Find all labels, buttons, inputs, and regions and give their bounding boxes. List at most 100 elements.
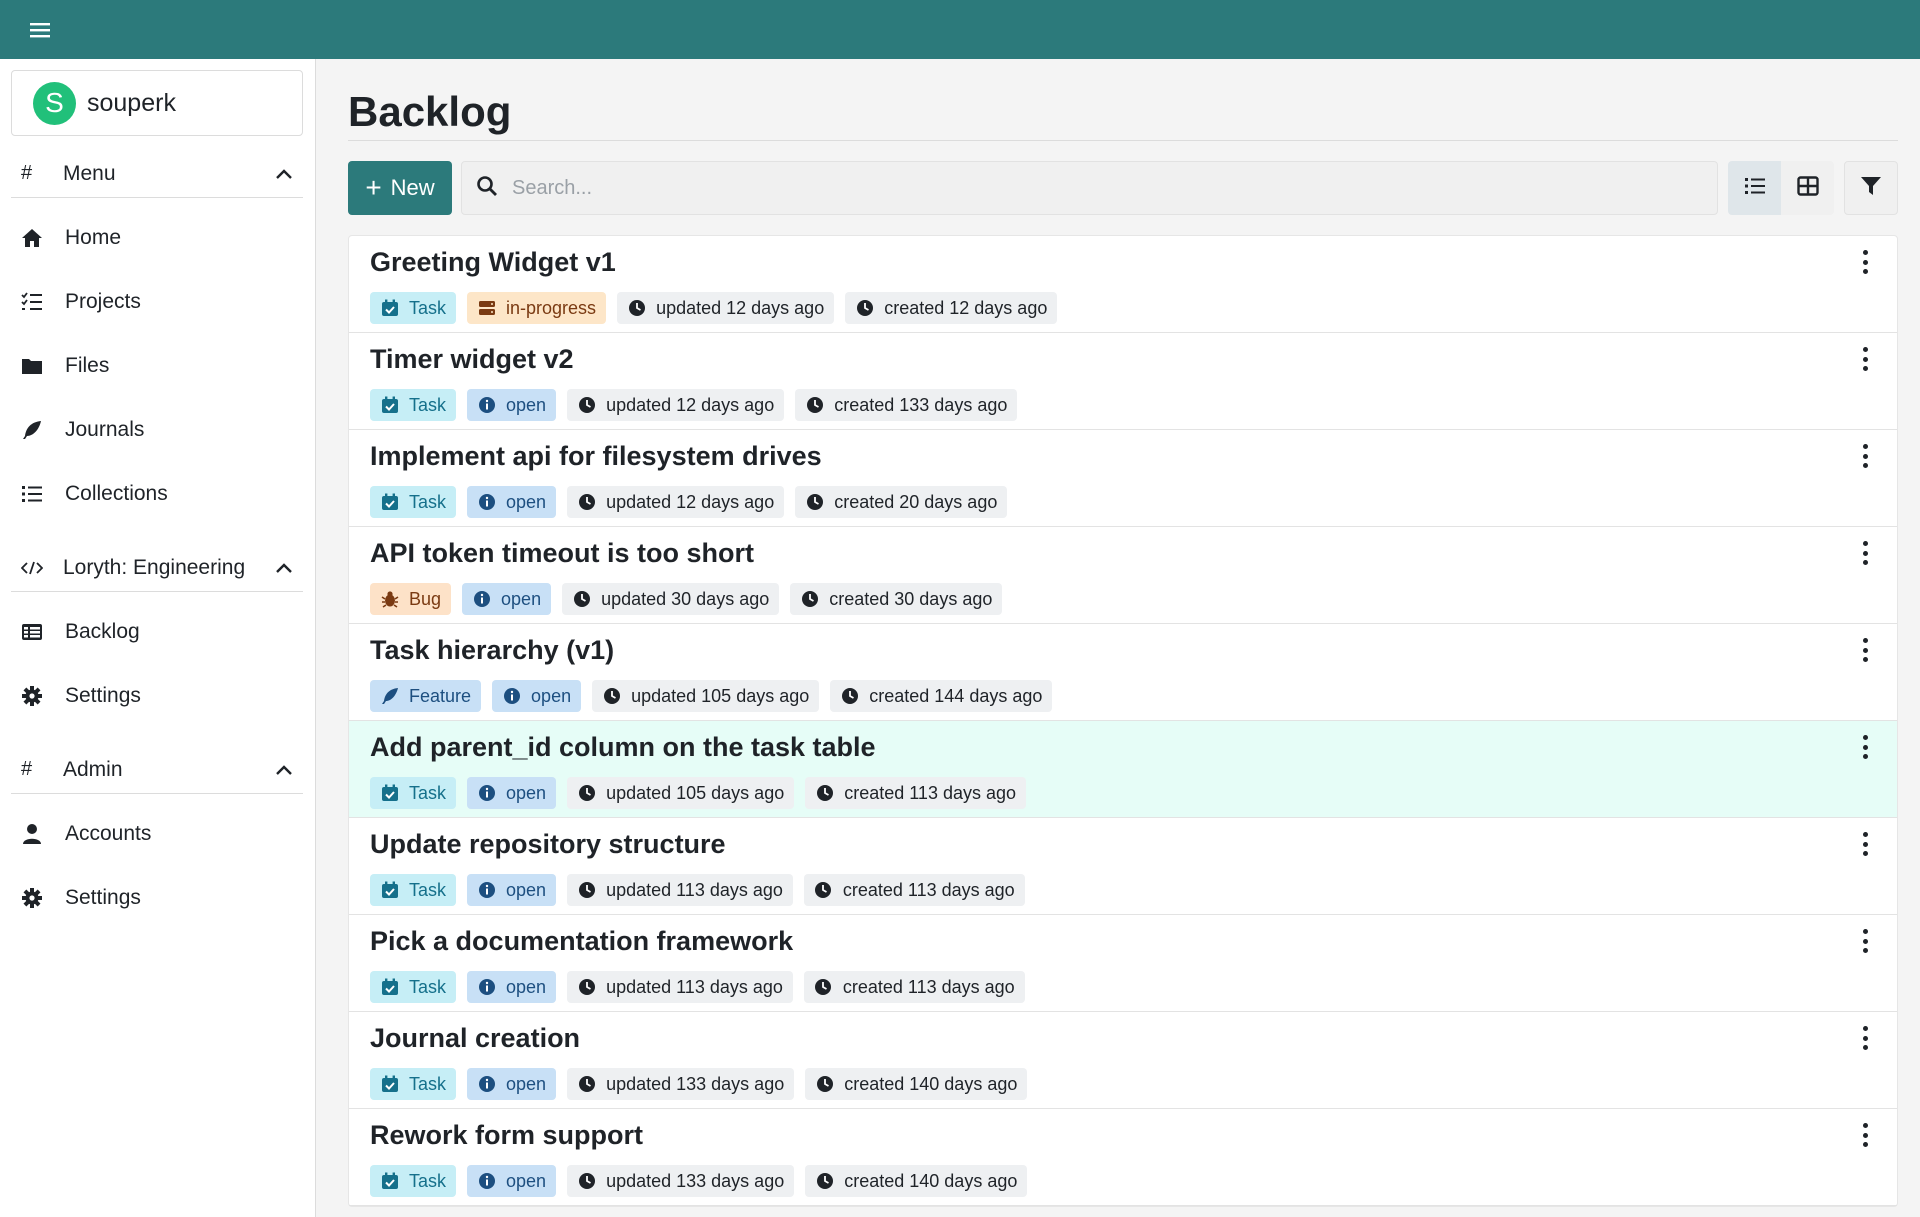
more-options-icon[interactable]: [1859, 929, 1871, 953]
status-label: open: [506, 1170, 547, 1191]
item-title[interactable]: Task hierarchy (v1): [370, 632, 1875, 668]
type-badge: Task: [370, 389, 457, 421]
home-icon: [21, 227, 43, 249]
type-label: Bug: [409, 588, 442, 609]
sidebar-section-project[interactable]: Loryth: Engineering: [11, 544, 303, 592]
sidebar-item-label: Collections: [65, 482, 168, 505]
list-item[interactable]: Timer widget v2 Task open updated 12 days a…: [349, 333, 1897, 430]
status-badge: open: [467, 1068, 557, 1100]
list-item[interactable]: Add parent_id column on the task table Ta…: [349, 721, 1897, 818]
more-options-icon[interactable]: [1859, 1123, 1871, 1147]
list-view-button[interactable]: [1728, 161, 1781, 215]
type-label: Task: [409, 1073, 447, 1094]
item-tags: Task open updated 105 days ago created 113 …: [370, 777, 1875, 809]
clock-icon: [577, 1075, 596, 1094]
avatar: S: [33, 81, 76, 125]
sidebar-item-accounts[interactable]: Accounts: [11, 802, 303, 866]
created-label: created 12 days ago: [884, 297, 1048, 318]
sidebar-item-label: Journals: [65, 418, 145, 441]
created-badge: created 113 days ago: [805, 777, 1027, 809]
more-options-icon[interactable]: [1859, 832, 1871, 856]
created-badge: created 30 days ago: [790, 583, 1003, 615]
updated-badge: updated 105 days ago: [592, 680, 820, 712]
clock-icon: [627, 299, 646, 318]
item-tags: Task open updated 12 days ago created 20 da…: [370, 486, 1875, 518]
info-icon: [477, 396, 496, 415]
type-label: Task: [409, 976, 447, 997]
sidebar-item-label: Backlog: [65, 620, 140, 643]
status-badge: open: [467, 486, 557, 518]
status-label: in-progress: [506, 297, 597, 318]
info-icon: [477, 978, 496, 997]
new-button-label: New: [390, 175, 435, 200]
status-label: open: [501, 588, 542, 609]
item-title[interactable]: Add parent_id column on the task table: [370, 729, 1875, 765]
sidebar-item-project-settings[interactable]: Settings: [11, 664, 303, 728]
hamburger-menu-icon[interactable]: [30, 21, 50, 39]
feather-icon: [21, 419, 43, 441]
sidebar-section-menu[interactable]: # Menu: [11, 150, 303, 198]
more-options-icon[interactable]: [1859, 250, 1871, 274]
sidebar-item-files[interactable]: Files: [11, 334, 303, 398]
more-options-icon[interactable]: [1859, 735, 1871, 759]
updated-badge: updated 113 days ago: [567, 874, 793, 906]
info-icon: [477, 881, 496, 900]
updated-badge: updated 12 days ago: [567, 389, 785, 421]
view-toggle: [1728, 161, 1834, 215]
search-input[interactable]: [512, 176, 1717, 200]
item-title[interactable]: Timer widget v2: [370, 341, 1875, 377]
created-badge: created 113 days ago: [803, 874, 1025, 906]
chevron-up-icon[interactable]: [275, 168, 293, 180]
sidebar-item-collections[interactable]: Collections: [11, 462, 303, 526]
updated-label: updated 12 days ago: [606, 491, 775, 512]
info-icon: [477, 1075, 496, 1094]
user-name: souperk: [87, 88, 176, 117]
sidebar-item-home[interactable]: Home: [11, 206, 303, 270]
item-tags: Task open updated 133 days ago created 140 …: [370, 1068, 1875, 1100]
filter-button[interactable]: [1844, 161, 1898, 215]
updated-label: updated 105 days ago: [606, 782, 785, 803]
status-label: open: [506, 1073, 547, 1094]
chevron-up-icon[interactable]: [275, 764, 293, 776]
sidebar-item-admin-settings[interactable]: Settings: [11, 866, 303, 930]
item-title[interactable]: Update repository structure: [370, 826, 1875, 862]
info-icon: [477, 784, 496, 803]
item-title[interactable]: Implement api for filesystem drives: [370, 438, 1875, 474]
status-badge: in-progress: [467, 292, 607, 324]
more-options-icon[interactable]: [1859, 444, 1871, 468]
item-title[interactable]: Journal creation: [370, 1020, 1875, 1056]
list-item[interactable]: API token timeout is too short Bug open upd…: [349, 527, 1897, 624]
type-label: Task: [409, 879, 447, 900]
item-title[interactable]: Pick a documentation framework: [370, 923, 1875, 959]
list-item[interactable]: Greeting Widget v1 Task in-progress updated…: [349, 236, 1897, 333]
item-title[interactable]: Rework form support: [370, 1117, 1875, 1153]
user-card[interactable]: S souperk: [11, 70, 303, 136]
grid-view-button[interactable]: [1781, 161, 1834, 215]
sidebar-item-projects[interactable]: Projects: [11, 270, 303, 334]
more-options-icon[interactable]: [1859, 541, 1871, 565]
type-badge: Bug: [370, 583, 452, 615]
list-item[interactable]: Rework form support Task open updated 133 d…: [349, 1109, 1897, 1206]
new-button[interactable]: + New: [348, 161, 452, 215]
created-badge: created 144 days ago: [830, 680, 1053, 712]
item-title[interactable]: Greeting Widget v1: [370, 244, 1875, 280]
item-title[interactable]: API token timeout is too short: [370, 535, 1875, 571]
sidebar-item-label: Files: [65, 354, 110, 377]
list-item[interactable]: Task hierarchy (v1) Feature open updated 10…: [349, 624, 1897, 721]
created-label: created 113 days ago: [842, 976, 1015, 997]
calendar-check-icon: [380, 299, 399, 318]
more-options-icon[interactable]: [1859, 347, 1871, 371]
more-options-icon[interactable]: [1859, 638, 1871, 662]
list-item[interactable]: Implement api for filesystem drives Task o…: [349, 430, 1897, 527]
created-badge: created 133 days ago: [795, 389, 1018, 421]
list-item[interactable]: Pick a documentation framework Task open up…: [349, 915, 1897, 1012]
sidebar-section-admin[interactable]: # Admin: [11, 746, 303, 794]
sidebar-item-journals[interactable]: Journals: [11, 398, 303, 462]
list-item[interactable]: Journal creation Task open updated 133 days…: [349, 1012, 1897, 1109]
sidebar-item-backlog[interactable]: Backlog: [11, 600, 303, 664]
chevron-up-icon[interactable]: [275, 562, 293, 574]
list-item[interactable]: Update repository structure Task open updat…: [349, 818, 1897, 915]
info-icon: [477, 1172, 496, 1191]
more-options-icon[interactable]: [1859, 1026, 1871, 1050]
list-icon: [21, 483, 43, 505]
